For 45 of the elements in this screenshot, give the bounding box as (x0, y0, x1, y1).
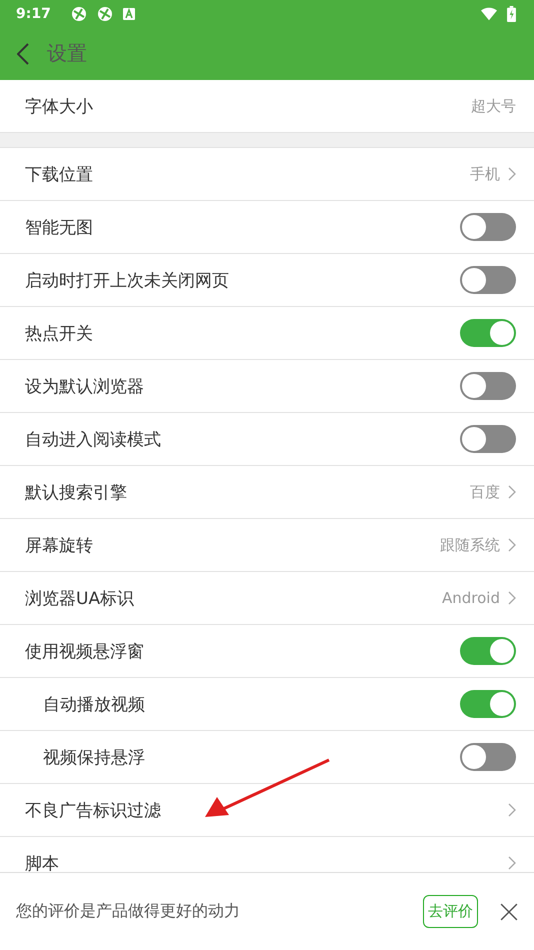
toggle-switch[interactable] (460, 319, 516, 347)
rate-button[interactable]: 去评价 (423, 895, 478, 928)
battery-icon (507, 6, 516, 22)
toggle-switch[interactable] (460, 637, 516, 665)
setting-value: 跟随系统 (440, 536, 500, 554)
setting-label: 屏幕旋转 (25, 534, 94, 556)
toggle-switch[interactable] (460, 743, 516, 771)
setting-label: 自动播放视频 (43, 694, 146, 716)
setting-value: 超大号 (471, 96, 516, 116)
wifi-icon (481, 6, 497, 22)
setting-label: 智能无图 (25, 216, 94, 238)
setting-label: 浏览器UA标识 (25, 588, 136, 610)
chevron-icon[interactable] (508, 485, 516, 499)
page-title: 设置 (47, 40, 87, 67)
setting-label: 脚本 (25, 852, 60, 872)
setting-label: 使用视频悬浮窗 (25, 640, 145, 662)
toggle-switch[interactable] (460, 213, 516, 241)
setting-label: 启动时打开上次未关闭网页 (25, 270, 230, 292)
chevron-icon[interactable] (508, 591, 516, 605)
setting-label: 下载位置 (25, 164, 94, 186)
close-icon[interactable] (500, 902, 518, 920)
back-icon[interactable] (17, 42, 29, 64)
setting-label: 不良广告标识过滤 (25, 800, 162, 822)
notification-icon (96, 6, 113, 22)
toggle-switch[interactable] (460, 690, 516, 718)
setting-label: 热点开关 (25, 322, 94, 344)
setting-label: 设为默认浏览器 (25, 376, 145, 398)
chevron-icon[interactable] (508, 538, 516, 552)
keyboard-icon (122, 8, 135, 20)
chevron-icon[interactable] (508, 856, 516, 870)
chevron-icon[interactable] (508, 167, 516, 181)
setting-label: 字体大小 (25, 96, 94, 118)
setting-label: 默认搜索引擎 (25, 482, 128, 504)
rating-prompt: 您的评价是产品做得更好的动力 (16, 901, 241, 922)
chevron-icon[interactable] (508, 803, 516, 817)
notification-icon (70, 6, 87, 22)
setting-label: 视频保持悬浮 (43, 746, 146, 768)
setting-value: 百度 (470, 482, 500, 502)
toggle-switch[interactable] (460, 266, 516, 294)
setting-label: 自动进入阅读模式 (25, 428, 162, 450)
toggle-switch[interactable] (460, 425, 516, 453)
toggle-switch[interactable] (460, 372, 516, 400)
status-time: 9:17 (16, 6, 51, 22)
setting-value: Android (442, 589, 500, 607)
setting-value: 手机 (470, 164, 500, 184)
